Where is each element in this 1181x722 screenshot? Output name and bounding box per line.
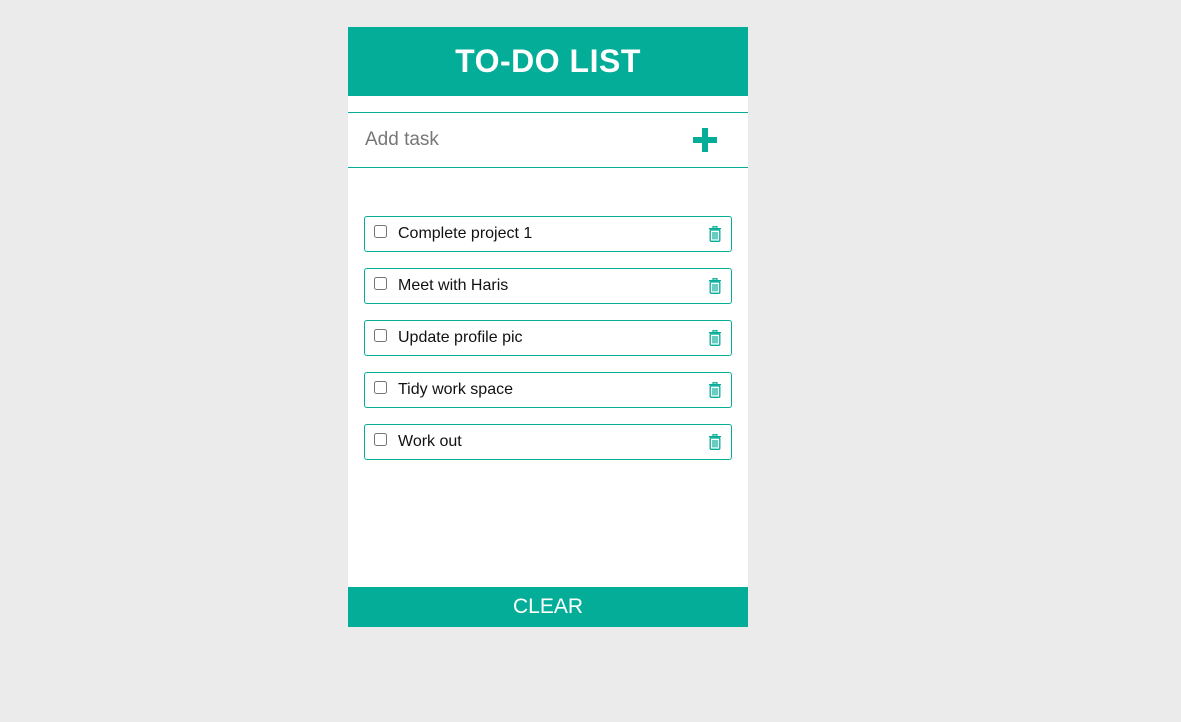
add-task-row [348,112,748,168]
app-header: TO-DO LIST [348,27,748,96]
task-list: Complete project 1 Meet with Haris Updat… [364,216,732,476]
todo-app: TO-DO LIST Complete project 1 Meet with … [348,27,748,627]
trash-icon[interactable] [708,226,722,242]
trash-icon[interactable] [708,382,722,398]
task-checkbox[interactable] [374,432,387,446]
task-checkbox[interactable] [374,328,387,342]
clear-button[interactable]: CLEAR [348,587,748,627]
task-label: Update profile pic [398,329,523,346]
task-item: Tidy work space [364,372,732,408]
task-checkbox[interactable] [374,224,387,238]
trash-icon[interactable] [708,278,722,294]
task-label: Meet with Haris [398,277,509,294]
task-checkbox[interactable] [374,380,387,394]
task-label: Complete project 1 [398,225,533,242]
trash-icon[interactable] [708,434,722,450]
task-label: Work out [398,433,462,450]
add-task-input[interactable] [363,119,677,161]
task-label: Tidy work space [398,381,513,398]
task-checkbox[interactable] [374,276,387,290]
trash-icon[interactable] [708,330,722,346]
task-item: Work out [364,424,732,460]
task-item: Meet with Haris [364,268,732,304]
task-item: Complete project 1 [364,216,732,252]
app-title: TO-DO LIST [455,43,641,79]
task-item: Update profile pic [364,320,732,356]
plus-icon[interactable] [692,127,718,153]
